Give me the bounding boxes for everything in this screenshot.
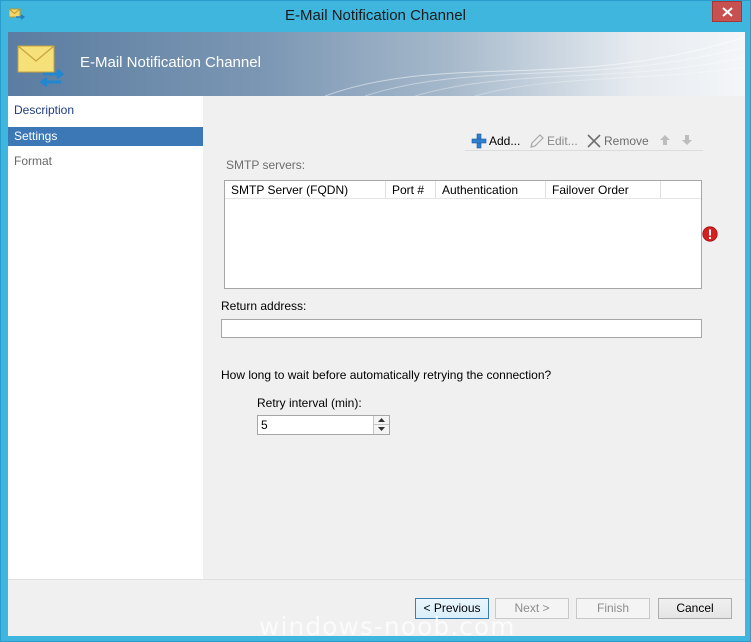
wizard-sidebar: Description Settings Format — [8, 96, 203, 579]
arrow-down-icon — [682, 135, 692, 145]
remove-button[interactable]: Remove — [586, 133, 652, 149]
stepper-up-button[interactable] — [374, 416, 389, 425]
smtp-servers-label: SMTP servers: — [226, 158, 306, 172]
close-button[interactable] — [712, 1, 742, 22]
return-address-input[interactable] — [221, 319, 702, 338]
retry-question: How long to wait before automatically re… — [221, 368, 552, 382]
retry-interval-label: Retry interval (min): — [257, 396, 362, 410]
column-header-authentication[interactable]: Authentication — [436, 181, 546, 199]
smtp-toolbar: Add... Edit... Remove — [465, 131, 703, 151]
email-channel-icon — [17, 45, 65, 88]
pencil-icon — [530, 134, 544, 148]
window-title: E-Mail Notification Channel — [285, 7, 466, 24]
stepper-down-button[interactable] — [374, 425, 389, 434]
move-down-button[interactable] — [681, 133, 695, 149]
smtp-servers-list[interactable]: SMTP Server (FQDN) Port # Authentication… — [224, 180, 702, 289]
chevron-down-icon — [378, 427, 385, 431]
list-header: SMTP Server (FQDN) Port # Authentication… — [225, 181, 701, 199]
column-header-smtp-server[interactable]: SMTP Server (FQDN) — [225, 181, 386, 199]
retry-interval-stepper[interactable]: 5 — [257, 415, 390, 435]
return-address-label: Return address: — [221, 299, 307, 313]
title-bar[interactable]: E-Mail Notification Channel — [1, 1, 750, 32]
finish-button[interactable]: Finish — [576, 598, 650, 619]
wizard-window: E-Mail Notification Channel E-Mail Notif… — [0, 0, 751, 642]
watermark: windows-noob.com — [259, 612, 516, 641]
wizard-banner: E-Mail Notification Channel — [8, 32, 745, 96]
plus-icon — [471, 133, 487, 149]
move-up-button[interactable] — [659, 133, 673, 149]
column-header-failover-order[interactable]: Failover Order — [546, 181, 661, 199]
cancel-button[interactable]: Cancel — [658, 598, 732, 619]
error-icon — [702, 226, 718, 242]
add-label: Add... — [489, 134, 521, 148]
edit-button[interactable]: Edit... — [529, 133, 583, 149]
add-button[interactable]: Add... — [471, 133, 525, 149]
remove-label: Remove — [604, 134, 649, 148]
retry-interval-value[interactable]: 5 — [261, 418, 268, 432]
sidebar-item-description[interactable]: Description — [8, 101, 203, 120]
banner-title: E-Mail Notification Channel — [80, 54, 261, 71]
edit-label: Edit... — [547, 134, 578, 148]
sidebar-item-settings[interactable]: Settings — [8, 127, 203, 146]
remove-x-icon — [587, 134, 601, 148]
column-header-port[interactable]: Port # — [386, 181, 436, 199]
sidebar-item-format[interactable]: Format — [8, 152, 203, 171]
banner-wave-decoration — [325, 36, 745, 96]
stepper-buttons — [373, 416, 389, 434]
settings-page: Add... Edit... Remove SMTP servers: SMTP… — [203, 96, 745, 579]
chevron-up-icon — [378, 418, 385, 422]
close-icon — [722, 7, 733, 17]
arrow-up-icon — [660, 135, 670, 145]
